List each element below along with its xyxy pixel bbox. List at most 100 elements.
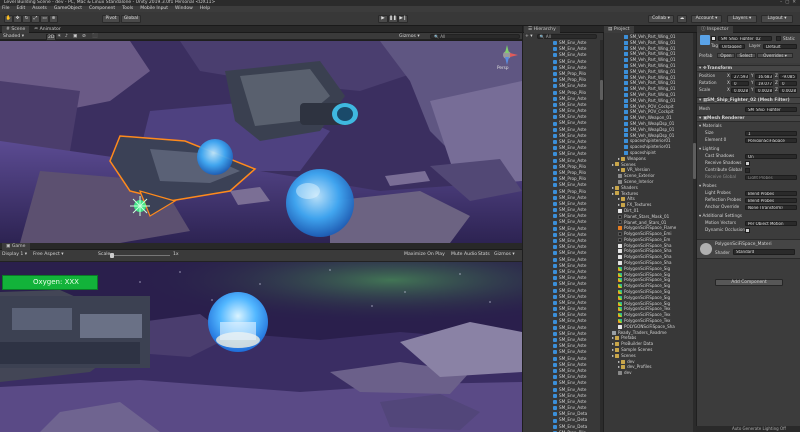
scale-z-field[interactable]: 0.0028	[779, 87, 797, 94]
rotation-y-field[interactable]: 19.077	[755, 80, 773, 87]
shading-mode-dropdown[interactable]: Shaded ▾	[3, 33, 24, 40]
scale-tool-button[interactable]: ⤢	[31, 15, 40, 23]
shader-dropdown[interactable]: Standard	[733, 249, 795, 255]
shader-label: Shader	[715, 250, 730, 255]
tab-project[interactable]: ▤ Project	[604, 26, 634, 33]
layer-dropdown[interactable]: Default	[763, 43, 797, 50]
aspect-label: Free Aspect	[33, 252, 60, 257]
tab-scene[interactable]: # Scene	[2, 26, 30, 33]
rotation-z-field[interactable]: 0	[779, 80, 797, 87]
hidden-objects-icon[interactable]: ⊘	[82, 33, 86, 40]
prefab-select-button[interactable]: Select	[736, 53, 756, 58]
rect-tool-button[interactable]: ▭	[40, 15, 49, 23]
mesh-object-field[interactable]: SM_Ship_Fighter	[745, 106, 797, 113]
rotation-x-field[interactable]: 0	[731, 80, 749, 87]
transform-tool-button[interactable]: ⊕	[49, 15, 58, 23]
tab-animator[interactable]: ♒ Animator	[30, 26, 65, 33]
object-name-field[interactable]: SM_Ship_Fighter_02	[718, 35, 772, 42]
mute-audio-toggle[interactable]: Mute Audio	[451, 252, 477, 258]
scale-slider-handle[interactable]	[110, 253, 114, 258]
move-tool-button[interactable]: ✥	[13, 15, 22, 23]
scale-y-field[interactable]: 0.0028	[755, 87, 773, 94]
foldout-arrow-icon[interactable]: ▸	[612, 162, 614, 168]
display-dropdown[interactable]: Display 1 ▾	[2, 252, 27, 258]
reflection-probes-dropdown[interactable]: Blend Probes	[745, 197, 797, 204]
foldout-arrow-icon[interactable]: ▸	[618, 364, 620, 370]
persp-label[interactable]: Persp	[497, 65, 509, 70]
size-field[interactable]: 1	[745, 130, 797, 137]
foldout-arrow-icon[interactable]: ▸	[618, 202, 620, 208]
account-button[interactable]: Account ▾	[691, 15, 722, 23]
hand-tool-button[interactable]: ✋	[4, 15, 13, 23]
mesh-filter-header[interactable]: ▾ ▦ SM_Ship_Fighter_02 (Mesh Filter)	[697, 97, 800, 104]
motion-vectors-dropdown[interactable]: Per Object Motion	[745, 220, 797, 227]
lighting-toggle-icon[interactable]: ☀	[57, 33, 61, 40]
layers-button[interactable]: Layers ▾	[727, 15, 757, 23]
texture-icon	[618, 295, 622, 300]
scale-slider[interactable]	[110, 253, 170, 258]
tab-game[interactable]: ▣ Game	[2, 243, 30, 250]
mesh-renderer-header[interactable]: ▾ ▣ Mesh Renderer	[697, 115, 800, 122]
scene-view[interactable]: Persp	[0, 41, 522, 243]
cast-shadows-dropdown[interactable]: On	[745, 153, 797, 160]
add-component-button[interactable]: Add Component	[715, 279, 783, 286]
static-checkbox[interactable]	[776, 36, 781, 41]
anchor-override-field[interactable]: None (Transform)	[745, 204, 797, 211]
receive-gi-dropdown[interactable]: Light Probes	[745, 174, 797, 181]
play-button[interactable]: ▶	[378, 15, 388, 23]
2d-toggle[interactable]: 2D	[46, 34, 57, 41]
gizmos-label: Gizmos	[399, 34, 416, 39]
receive-shadows-checkbox[interactable]	[745, 160, 750, 166]
camera-settings-icon[interactable]: ⬛	[92, 33, 98, 40]
global-toggle[interactable]: Global	[121, 15, 141, 23]
foldout-arrow-icon[interactable]: ▸	[612, 191, 614, 197]
pivot-toggle[interactable]: Pivot	[102, 15, 120, 23]
gizmos-dropdown[interactable]: Gizmos ▾	[399, 33, 420, 40]
probes-foldout[interactable]: ▾ Probes	[699, 183, 798, 190]
layout-button[interactable]: Layout ▾	[761, 15, 793, 23]
dynamic-occlusion-checkbox[interactable]	[745, 227, 750, 233]
tab-inspector[interactable]: ⓘ Inspector	[697, 26, 733, 33]
light-probes-dropdown[interactable]: Blend Probes	[745, 190, 797, 197]
contribute-gi-checkbox[interactable]	[745, 167, 750, 173]
prefab-open-button[interactable]: Open	[717, 53, 735, 58]
position-z-field[interactable]: -9.085	[779, 73, 797, 80]
gameobject-cube-icon	[553, 164, 557, 169]
game-view[interactable]: Oxygen: XXX	[0, 262, 522, 432]
gameobject-cube-icon	[553, 226, 557, 231]
scene-search-input[interactable]: 🔍 All	[430, 34, 520, 39]
step-button[interactable]: ▶❙	[398, 15, 408, 23]
materials-foldout[interactable]: ▾ Materials	[699, 123, 798, 130]
prefab-overrides-dropdown[interactable]: Overrides ▾	[757, 53, 793, 58]
project-item[interactable]: dev	[604, 370, 696, 376]
cloud-button[interactable]: ☁	[677, 15, 687, 23]
game-gizmos-dropdown[interactable]: Gizmos ▾	[494, 252, 515, 258]
foldout-arrow-icon[interactable]: ▸	[618, 167, 620, 173]
stats-toggle[interactable]: Stats	[478, 252, 490, 258]
tag-dropdown[interactable]: Untagged	[719, 43, 745, 50]
object-active-checkbox[interactable]	[711, 36, 716, 41]
aspect-dropdown[interactable]: Free Aspect ▾	[33, 252, 64, 258]
lighting-foldout[interactable]: ▾ Lighting	[699, 146, 798, 153]
audio-toggle-icon[interactable]: ♪	[65, 33, 68, 40]
transform-header[interactable]: ▾ ✥ Transform	[697, 65, 800, 72]
pause-button[interactable]: ❚❚	[388, 15, 398, 23]
foldout-arrow-icon[interactable]: ▸	[612, 353, 614, 359]
position-y-field[interactable]: 16.683	[755, 73, 773, 80]
effects-toggle-icon[interactable]: ▣	[73, 33, 77, 40]
element-object-field[interactable]: PolygonSciFiSpace	[745, 137, 797, 144]
rotate-tool-button[interactable]: ↻	[22, 15, 31, 23]
foldout-arrow-icon[interactable]: ▸	[618, 156, 620, 162]
folder-icon	[615, 347, 620, 352]
search-icon: 🔍	[539, 34, 545, 39]
gameobject-cube-icon	[553, 47, 557, 52]
position-x-field[interactable]: 27.593	[731, 73, 749, 80]
collab-button[interactable]: Collab ▾	[648, 15, 674, 23]
additional-settings-foldout[interactable]: ▾ Additional Settings	[699, 213, 798, 220]
hierarchy-create-button[interactable]: + ▾	[525, 34, 533, 39]
maximize-on-play-toggle[interactable]: Maximize On Play	[404, 252, 445, 258]
scale-x-field[interactable]: 0.0028	[731, 87, 749, 94]
tab-hierarchy[interactable]: ☰ Hierarchy	[524, 26, 560, 33]
hierarchy-search-input[interactable]: 🔍 All	[536, 34, 597, 39]
material-header[interactable]: PolygonSciFiSpace_Materi Shader Standard	[697, 239, 800, 259]
